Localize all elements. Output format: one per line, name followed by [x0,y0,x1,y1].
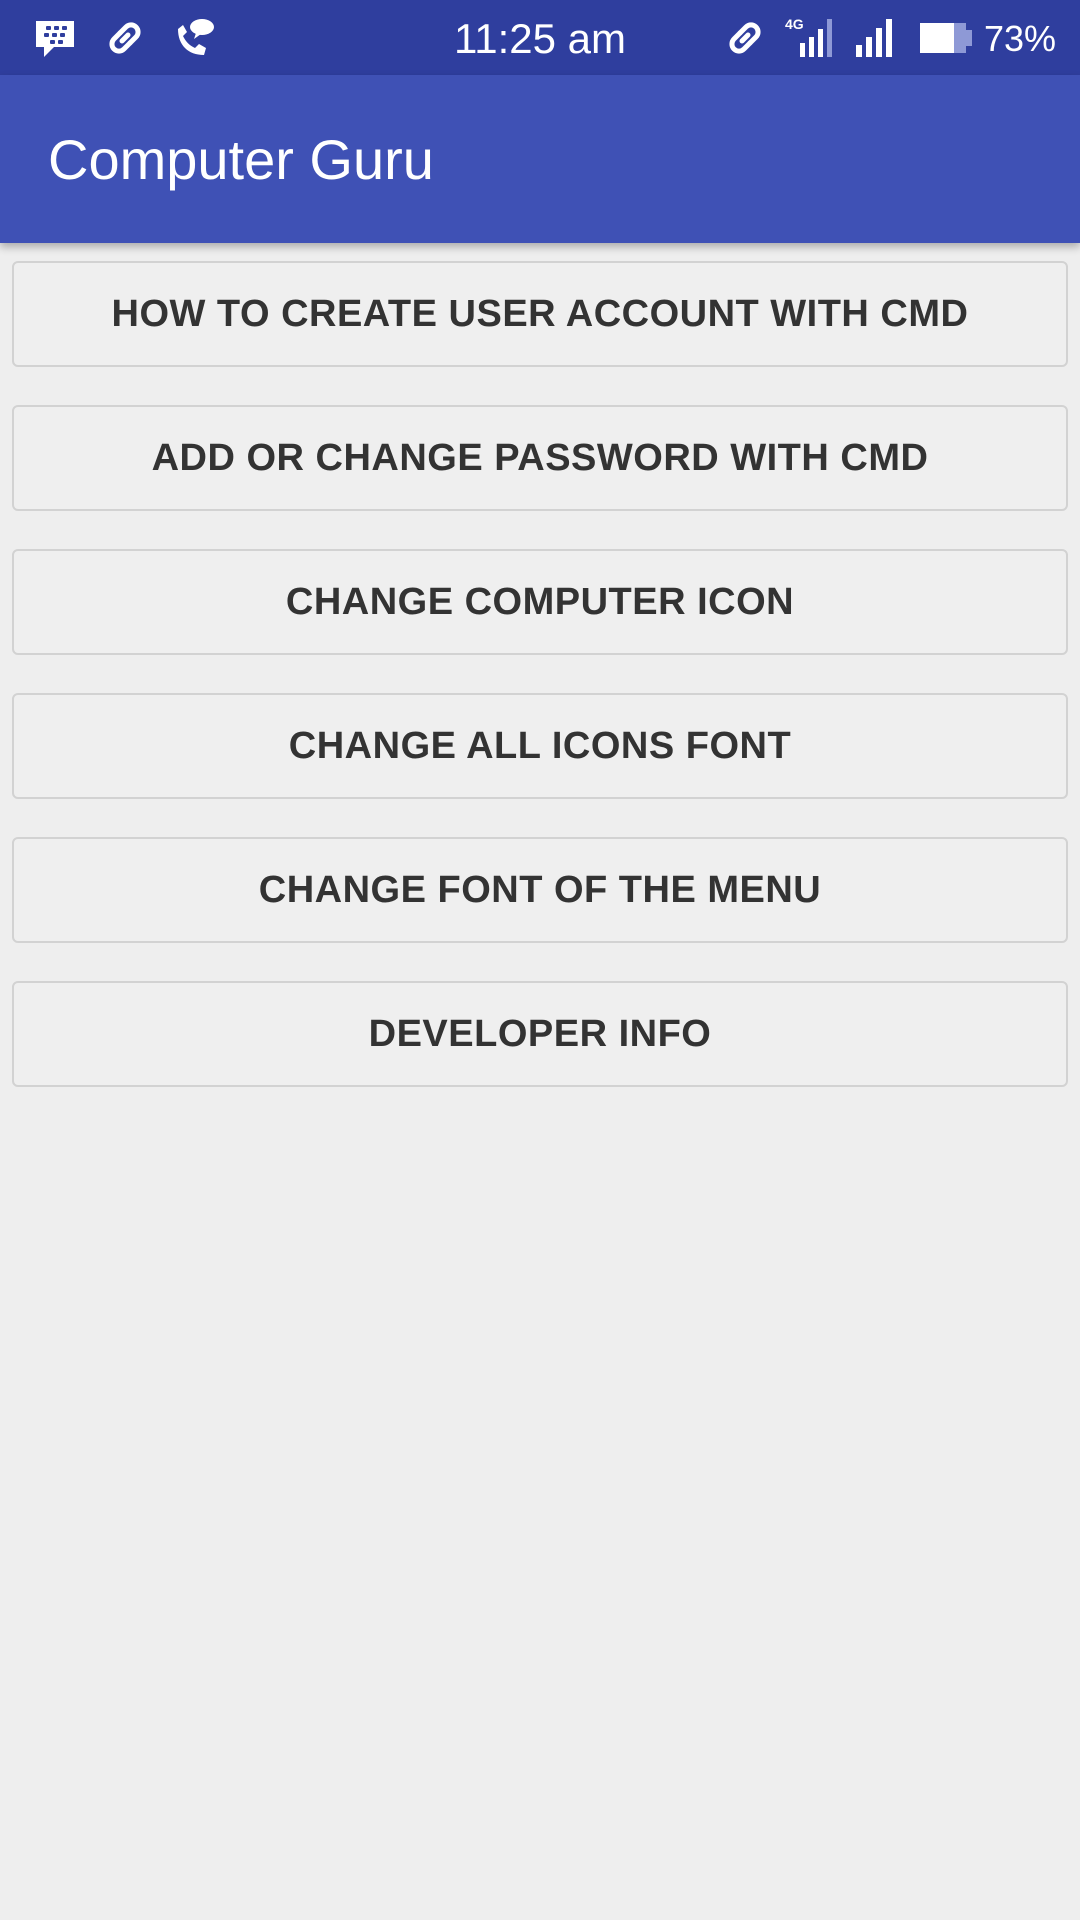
change-password-button[interactable]: ADD OR CHANGE PASSWORD WITH CMD [12,405,1068,511]
menu-list: HOW TO CREATE USER ACCOUNT WITH CMD ADD … [12,261,1068,1125]
link-icon [729,22,761,54]
change-icons-font-button[interactable]: CHANGE ALL ICONS FONT [12,693,1068,799]
app-title: Computer Guru [48,128,434,191]
battery-icon [920,23,972,53]
network-type-label: 4G [785,16,804,32]
signal-4g-icon: 4G [785,16,832,57]
create-user-account-button[interactable]: HOW TO CREATE USER ACCOUNT WITH CMD [12,261,1068,367]
change-computer-icon-button[interactable]: CHANGE COMPUTER ICON [12,549,1068,655]
change-menu-font-button[interactable]: CHANGE FONT OF THE MENU [12,837,1068,943]
battery-percent: 73% [983,18,1056,59]
status-bar: 11:25 am 4G 73% [0,0,1080,75]
signal-icon [856,19,892,57]
app-bar: Computer Guru [0,75,1080,243]
developer-info-button[interactable]: DEVELOPER INFO [12,981,1068,1087]
